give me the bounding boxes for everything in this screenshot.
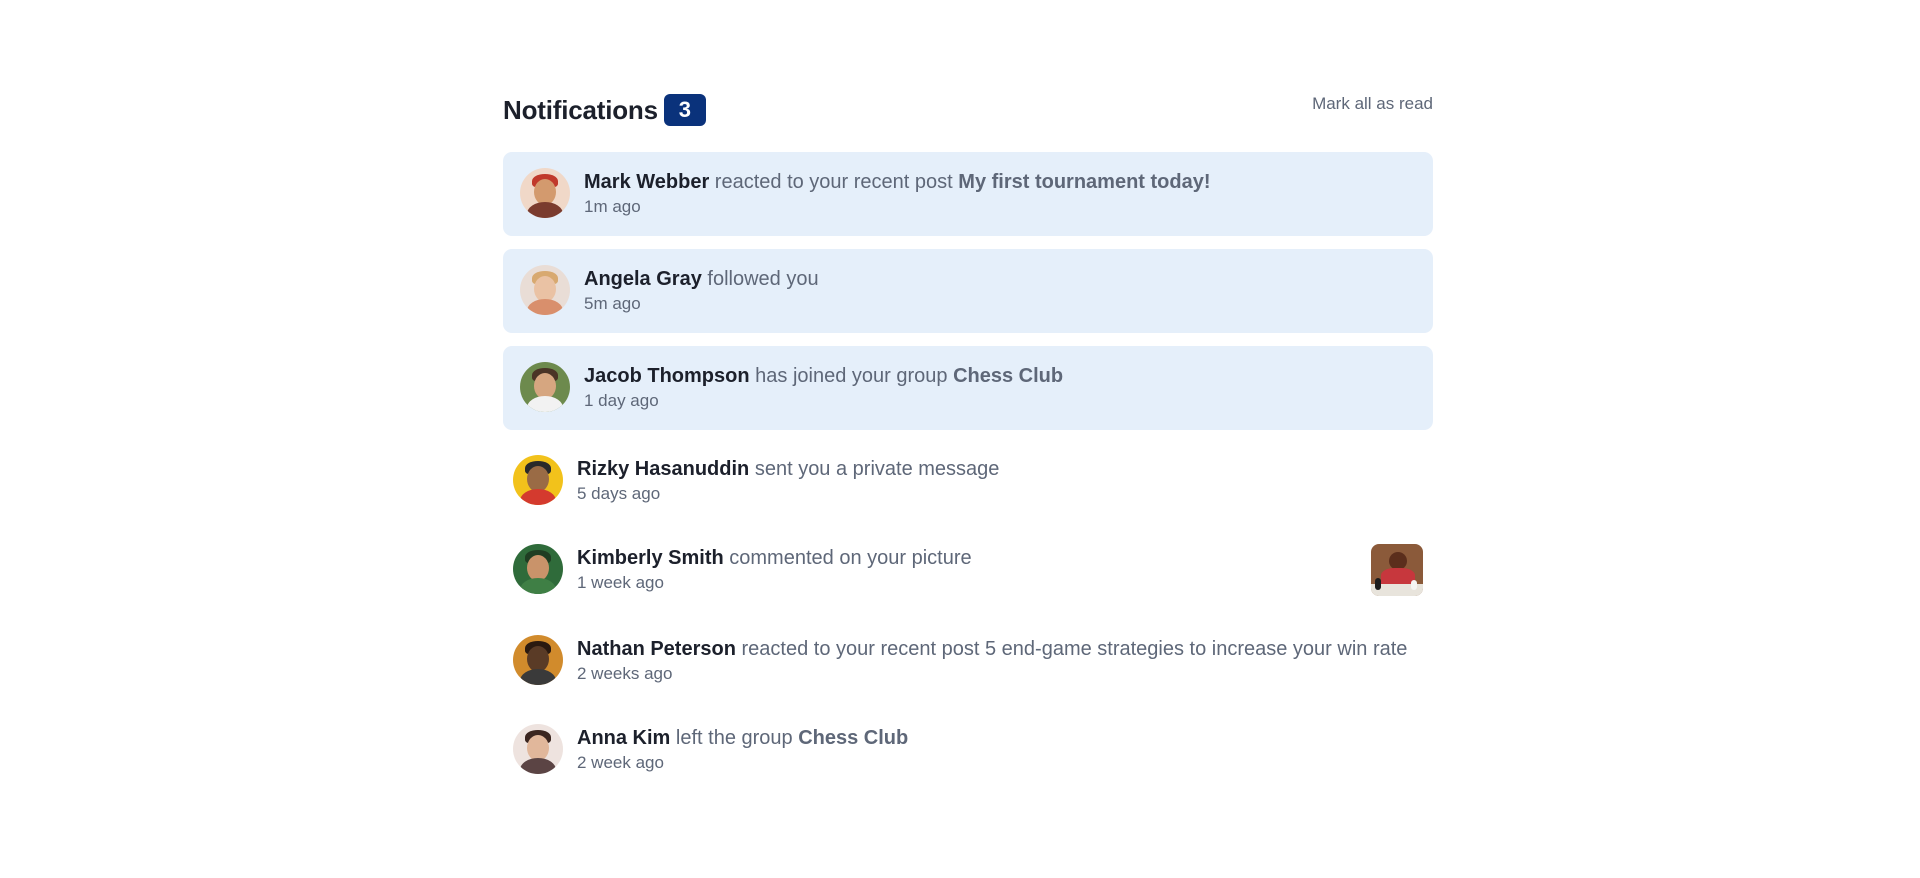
notification-time: 2 weeks ago (577, 664, 673, 683)
avatar-body (520, 489, 556, 505)
avatar-angela-gray[interactable] (520, 265, 570, 315)
thumbnail-piece-dark (1375, 578, 1381, 590)
avatar-body (520, 758, 556, 774)
notification-user-name[interactable]: Anna Kim (577, 727, 670, 749)
notification-item[interactable]: Mark Webber reacted to your recent post … (503, 152, 1433, 236)
notification-post-link[interactable]: 5 end-game strategies to increase your w… (985, 638, 1407, 660)
notification-action: reacted to your recent post (714, 171, 953, 193)
notification-action: has joined your group (755, 365, 948, 387)
notification-action: reacted to your recent post (741, 638, 980, 660)
notification-time: 5 days ago (577, 484, 661, 503)
notification-content: Angela Gray followed you 5m ago (584, 265, 1416, 315)
avatar-body (527, 396, 563, 412)
unread-count-badge: 3 (663, 94, 706, 126)
thumbnail-piece-light (1411, 580, 1417, 590)
notification-user-name[interactable]: Nathan Peterson (577, 638, 736, 660)
notification-time: 2 week ago (577, 753, 664, 772)
notification-time: 1 week ago (577, 573, 664, 592)
avatar-nathan-peterson[interactable] (513, 635, 563, 685)
avatar-body (520, 669, 556, 685)
notifications-header: Notifications 3 Mark all as read (503, 90, 1433, 136)
notification-text: Jacob Thompson has joined your group Che… (584, 364, 1416, 389)
notification-content: Rizky Hasanuddin sent you a private mess… (577, 455, 1423, 505)
notification-content: Nathan Peterson reacted to your recent p… (577, 635, 1423, 685)
avatar-anna-kim[interactable] (513, 724, 563, 774)
notification-content: Kimberly Smith commented on your picture… (577, 544, 1351, 594)
notification-item[interactable]: Anna Kim left the group Chess Club 2 wee… (503, 712, 1433, 788)
notification-user-name[interactable]: Rizky Hasanuddin (577, 458, 749, 480)
notification-item[interactable]: Nathan Peterson reacted to your recent p… (503, 623, 1433, 699)
notification-action: sent you a private message (754, 458, 1000, 480)
notification-list: Mark Webber reacted to your recent post … (503, 152, 1433, 788)
notification-group-link[interactable]: Chess Club (798, 727, 908, 749)
notification-content: Jacob Thompson has joined your group Che… (584, 362, 1416, 412)
notification-text: Mark Webber reacted to your recent post … (584, 170, 1416, 195)
avatar-mark-webber[interactable] (520, 168, 570, 218)
notification-item[interactable]: Kimberly Smith commented on your picture… (503, 532, 1433, 610)
title-group: Notifications 3 (503, 94, 706, 126)
notification-user-name[interactable]: Mark Webber (584, 171, 709, 193)
notification-item[interactable]: Jacob Thompson has joined your group Che… (503, 346, 1433, 430)
notification-time: 5m ago (584, 294, 641, 313)
notification-item[interactable]: Rizky Hasanuddin sent you a private mess… (503, 443, 1433, 519)
notification-user-name[interactable]: Kimberly Smith (577, 547, 724, 569)
notification-action: commented on your picture (729, 547, 972, 569)
notification-time: 1m ago (584, 197, 641, 216)
notification-time: 1 day ago (584, 391, 659, 410)
notification-content: Anna Kim left the group Chess Club 2 wee… (577, 724, 1423, 774)
avatar-body (527, 202, 563, 218)
mark-all-as-read-button[interactable]: Mark all as read (1312, 94, 1433, 114)
avatar-jacob-thompson[interactable] (520, 362, 570, 412)
notification-user-name[interactable]: Jacob Thompson (584, 365, 750, 387)
avatar-body (520, 578, 556, 594)
notification-item[interactable]: Angela Gray followed you 5m ago (503, 249, 1433, 333)
notification-text: Rizky Hasanuddin sent you a private mess… (577, 457, 1423, 482)
notification-group-link[interactable]: Chess Club (953, 365, 1063, 387)
notification-text: Anna Kim left the group Chess Club (577, 726, 1423, 751)
notification-text: Kimberly Smith commented on your picture (577, 546, 1351, 571)
avatar-kimberly-smith[interactable] (513, 544, 563, 594)
avatar-rizky-hasanuddin[interactable] (513, 455, 563, 505)
notifications-panel: Notifications 3 Mark all as read Mark We… (503, 90, 1433, 801)
notification-content: Mark Webber reacted to your recent post … (584, 168, 1416, 218)
notification-text: Angela Gray followed you (584, 267, 1416, 292)
notification-user-name[interactable]: Angela Gray (584, 268, 702, 290)
notification-text: Nathan Peterson reacted to your recent p… (577, 637, 1423, 662)
page-title: Notifications (503, 94, 658, 125)
notification-action: followed you (707, 268, 819, 290)
avatar-body (527, 299, 563, 315)
notification-action: left the group (675, 727, 793, 749)
notification-post-link[interactable]: My first tournament today! (958, 171, 1210, 193)
chess-picture-thumbnail[interactable] (1371, 544, 1423, 596)
